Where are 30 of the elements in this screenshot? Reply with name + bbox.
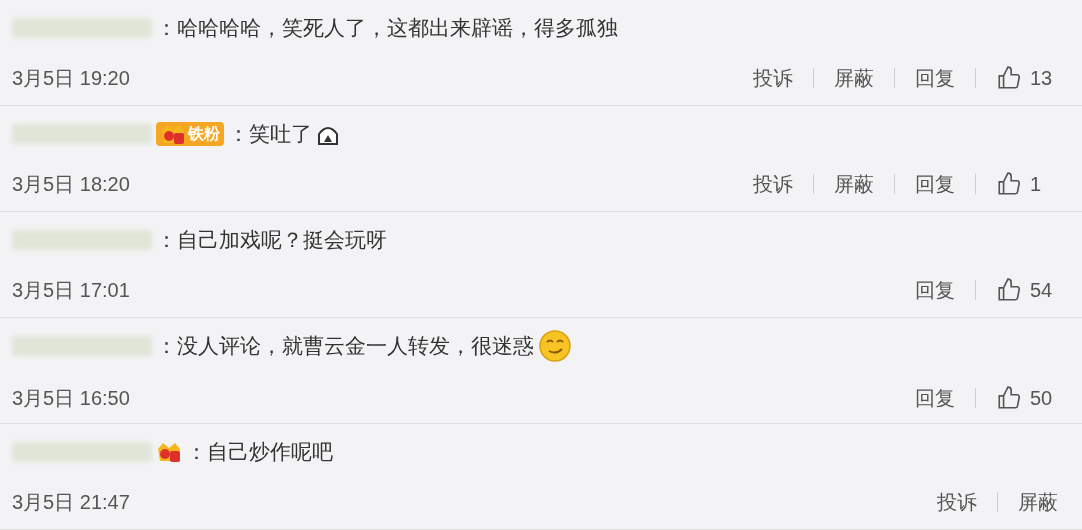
comment-text: ：自己炒作呢吧	[186, 438, 333, 465]
action-link[interactable]: 回复	[915, 63, 955, 94]
like-count: 13	[1030, 66, 1054, 92]
comment-date: 3月5日 16:50	[12, 385, 130, 411]
comment-date: 3月5日 19:20	[12, 66, 130, 92]
action-link[interactable]: 回复	[915, 275, 955, 306]
badge-label: 铁粉	[188, 123, 220, 144]
comment-text: ：笑吐了	[228, 120, 312, 147]
like-count: 54	[1030, 278, 1054, 304]
thumbs-up-icon[interactable]	[996, 65, 1022, 92]
thumbs-up-icon[interactable]	[996, 277, 1022, 304]
comment-text: ：哈哈哈哈，笑死人了，这都出来辟谣，得多孤独	[156, 14, 618, 41]
action-link[interactable]: 投诉	[753, 169, 793, 200]
thumbs-up-icon[interactable]	[996, 171, 1022, 198]
comment-date: 3月5日 18:20	[12, 172, 130, 198]
action-link[interactable]: 投诉	[937, 487, 977, 518]
action-link[interactable]: 屏蔽	[834, 169, 874, 200]
comment-date: 3月5日 21:47	[12, 490, 130, 516]
action-link[interactable]: 回复	[915, 382, 955, 413]
action-link[interactable]: 屏蔽	[834, 63, 874, 94]
like-count: 50	[1030, 385, 1054, 411]
action-link[interactable]: 回复	[915, 169, 955, 200]
like-count: 1	[1030, 172, 1043, 198]
comment-text: ：自己加戏呢？挺会玩呀	[156, 226, 387, 253]
action-link[interactable]: 投诉	[753, 63, 793, 94]
smirk-emoji-icon	[538, 328, 572, 363]
action-link[interactable]: 屏蔽	[1018, 487, 1058, 518]
thumbs-up-icon[interactable]	[996, 384, 1022, 411]
comment-date: 3月5日 17:01	[12, 278, 130, 304]
comment-text: ：没人评论，就曹云金一人转发，很迷惑	[156, 332, 534, 359]
